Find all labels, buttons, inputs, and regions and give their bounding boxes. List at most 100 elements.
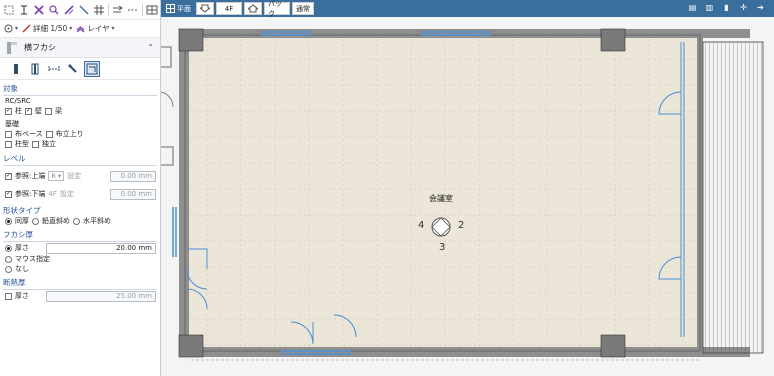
strip-rise-checkbox[interactable] bbox=[45, 130, 53, 138]
layout-icon[interactable] bbox=[145, 3, 159, 17]
line-icon[interactable] bbox=[77, 3, 91, 17]
select-icon[interactable] bbox=[2, 3, 16, 17]
section-insulation-title: 断熱厚 bbox=[3, 278, 26, 287]
rc-beam-label: 梁 bbox=[55, 107, 62, 115]
view-mode-button[interactable]: 平面 bbox=[163, 2, 194, 15]
none-radio[interactable] bbox=[5, 265, 12, 273]
shape-uniform-radio[interactable] bbox=[5, 217, 12, 225]
insulation-input[interactable]: 25.00 mm bbox=[46, 290, 156, 302]
arrow-down-icon bbox=[200, 4, 210, 13]
thickness-label: 厚さ bbox=[15, 244, 29, 252]
thickness-input[interactable]: 20.00 mm bbox=[46, 242, 156, 254]
mode-range-button[interactable] bbox=[46, 61, 62, 77]
thickness-radio[interactable] bbox=[5, 244, 12, 252]
rc-wall-checkbox[interactable]: ✓ bbox=[25, 107, 32, 115]
toolbar-separator bbox=[142, 3, 143, 16]
lower-ref-checkbox[interactable]: ✓ bbox=[5, 190, 12, 198]
staircase-hatch bbox=[703, 42, 763, 353]
marker-number-left: 4 bbox=[418, 220, 425, 231]
foundation-row-2: 柱型 独立 bbox=[0, 139, 160, 149]
isolated-checkbox[interactable] bbox=[32, 140, 39, 148]
floor-down-button[interactable] bbox=[196, 2, 214, 15]
foundation-label: 基礎 bbox=[0, 119, 160, 129]
magnify-icon[interactable] bbox=[47, 3, 61, 17]
lower-ref-label: 参照:下端 bbox=[15, 190, 46, 198]
mode-pick-button[interactable] bbox=[65, 61, 81, 77]
dashed-line-icon[interactable] bbox=[126, 3, 140, 17]
upper-offset-input[interactable]: 0.00 mm bbox=[110, 170, 156, 182]
rc-label: RC/SRC bbox=[0, 96, 160, 106]
mouse-label: マウス指定 bbox=[15, 255, 50, 263]
lower-setting-button[interactable]: 設定 bbox=[60, 189, 74, 199]
section-target-title: 対象 bbox=[3, 84, 18, 93]
upper-ref-select-value: R bbox=[51, 172, 56, 180]
none-label: なし bbox=[15, 265, 29, 273]
pan-icon[interactable]: ✛ bbox=[738, 2, 749, 13]
window-tile-icon[interactable]: ▤ bbox=[687, 2, 698, 13]
pointer-icon[interactable]: ➔ bbox=[755, 2, 766, 13]
insulation-checkbox[interactable] bbox=[5, 292, 12, 300]
shape-vertical-label: 鉛直斜め bbox=[42, 217, 70, 225]
window-single-icon[interactable]: ▮ bbox=[721, 2, 732, 13]
section-thickness-title: フカシ厚 bbox=[3, 230, 33, 239]
strip-base-label: 布ベース bbox=[15, 130, 43, 138]
strip-base-checkbox[interactable] bbox=[5, 130, 12, 138]
drawing-canvas[interactable]: 平面 4F バック 通常 ▤ ▥ ▮ ✛ ➔ 会議室 4 2 3 bbox=[161, 0, 774, 376]
panel-title: 横フカシ bbox=[24, 43, 56, 52]
lower-offset-input[interactable]: 0.00 mm bbox=[110, 188, 156, 200]
shape-uniform-label: 同厚 bbox=[15, 217, 29, 225]
column-marker bbox=[431, 217, 451, 237]
thickness-row: 厚さ 20.00 mm bbox=[0, 242, 160, 254]
mode-button[interactable]: 通常 bbox=[292, 2, 314, 15]
toolbar-separator bbox=[108, 3, 109, 16]
arrow-icon[interactable] bbox=[111, 3, 125, 17]
shape-horizontal-radio[interactable] bbox=[73, 217, 80, 225]
layer-dropdown[interactable]: レイヤ ▾ bbox=[76, 23, 115, 34]
slash-icon[interactable] bbox=[62, 3, 76, 17]
plan-view-icon bbox=[166, 4, 175, 13]
rc-label-text: RC/SRC bbox=[5, 97, 31, 105]
mode-one-side-button[interactable] bbox=[8, 61, 24, 77]
pin-icon[interactable] bbox=[17, 3, 31, 17]
floor-up-button[interactable] bbox=[244, 2, 262, 15]
strip-rise-label: 布立上り bbox=[55, 130, 84, 138]
arrow-up-icon bbox=[248, 4, 258, 13]
left-panel: ▾ 詳細 1/50 ▾ レイヤ ▾ 横フカシ ⌃ 対象 RC/SRC ✓ 柱 ✓… bbox=[0, 0, 161, 376]
mode-region-button[interactable] bbox=[84, 60, 100, 77]
column-type-label: 柱型 bbox=[15, 140, 29, 148]
snap-dropdown[interactable]: ▾ bbox=[4, 24, 18, 33]
column-type-checkbox[interactable] bbox=[5, 140, 12, 148]
upper-level-row: ✓ 参照:上端 R ▾ 設定 0.00 mm bbox=[0, 168, 160, 184]
window-split-icon[interactable]: ▥ bbox=[704, 2, 715, 13]
rc-column-checkbox[interactable]: ✓ bbox=[5, 107, 12, 115]
foundation-row-1: 布ベース 布立上り bbox=[0, 129, 160, 139]
room-name-label: 会議室 bbox=[429, 194, 453, 203]
upper-ref-checkbox[interactable]: ✓ bbox=[5, 172, 12, 180]
shape-vertical-radio[interactable] bbox=[32, 217, 39, 225]
app-window: ▾ 詳細 1/50 ▾ レイヤ ▾ 横フカシ ⌃ 対象 RC/SRC ✓ 柱 ✓… bbox=[0, 0, 774, 376]
shape-horizontal-label: 水平斜め bbox=[83, 217, 111, 225]
floor-plan[interactable] bbox=[161, 17, 774, 376]
divider bbox=[3, 165, 157, 166]
wall-thicken-icon bbox=[7, 41, 17, 54]
marker-number-bottom: 3 bbox=[439, 242, 446, 253]
cross-icon[interactable] bbox=[32, 3, 46, 17]
panel-header: 横フカシ ⌃ bbox=[0, 38, 160, 58]
upper-setting-button[interactable]: 設定 bbox=[67, 171, 81, 181]
detail-scale-dropdown[interactable]: 詳細 1/50 ▾ bbox=[22, 23, 72, 34]
chevron-down-icon: ▾ bbox=[15, 25, 19, 32]
drawing-toolbar bbox=[0, 0, 160, 20]
mouse-radio[interactable] bbox=[5, 255, 12, 263]
view-bar: 平面 4F バック 通常 ▤ ▥ ▮ ✛ ➔ bbox=[161, 0, 774, 18]
collapse-icon[interactable]: ⌃ bbox=[147, 43, 154, 52]
chevron-down-icon: ▾ bbox=[69, 25, 73, 32]
section-level-title: レベル bbox=[3, 154, 26, 163]
grid-icon[interactable] bbox=[92, 3, 106, 17]
upper-ref-select[interactable]: R ▾ bbox=[48, 171, 65, 181]
view-label: 平面 bbox=[177, 4, 191, 13]
rc-beam-checkbox[interactable] bbox=[45, 107, 52, 115]
back-button[interactable]: バック bbox=[264, 0, 290, 18]
floor-label[interactable]: 4F bbox=[216, 2, 242, 15]
lower-level-row: ✓ 参照:下端 4F 設定 0.00 mm bbox=[0, 186, 160, 202]
mode-both-sides-button[interactable] bbox=[27, 61, 43, 77]
